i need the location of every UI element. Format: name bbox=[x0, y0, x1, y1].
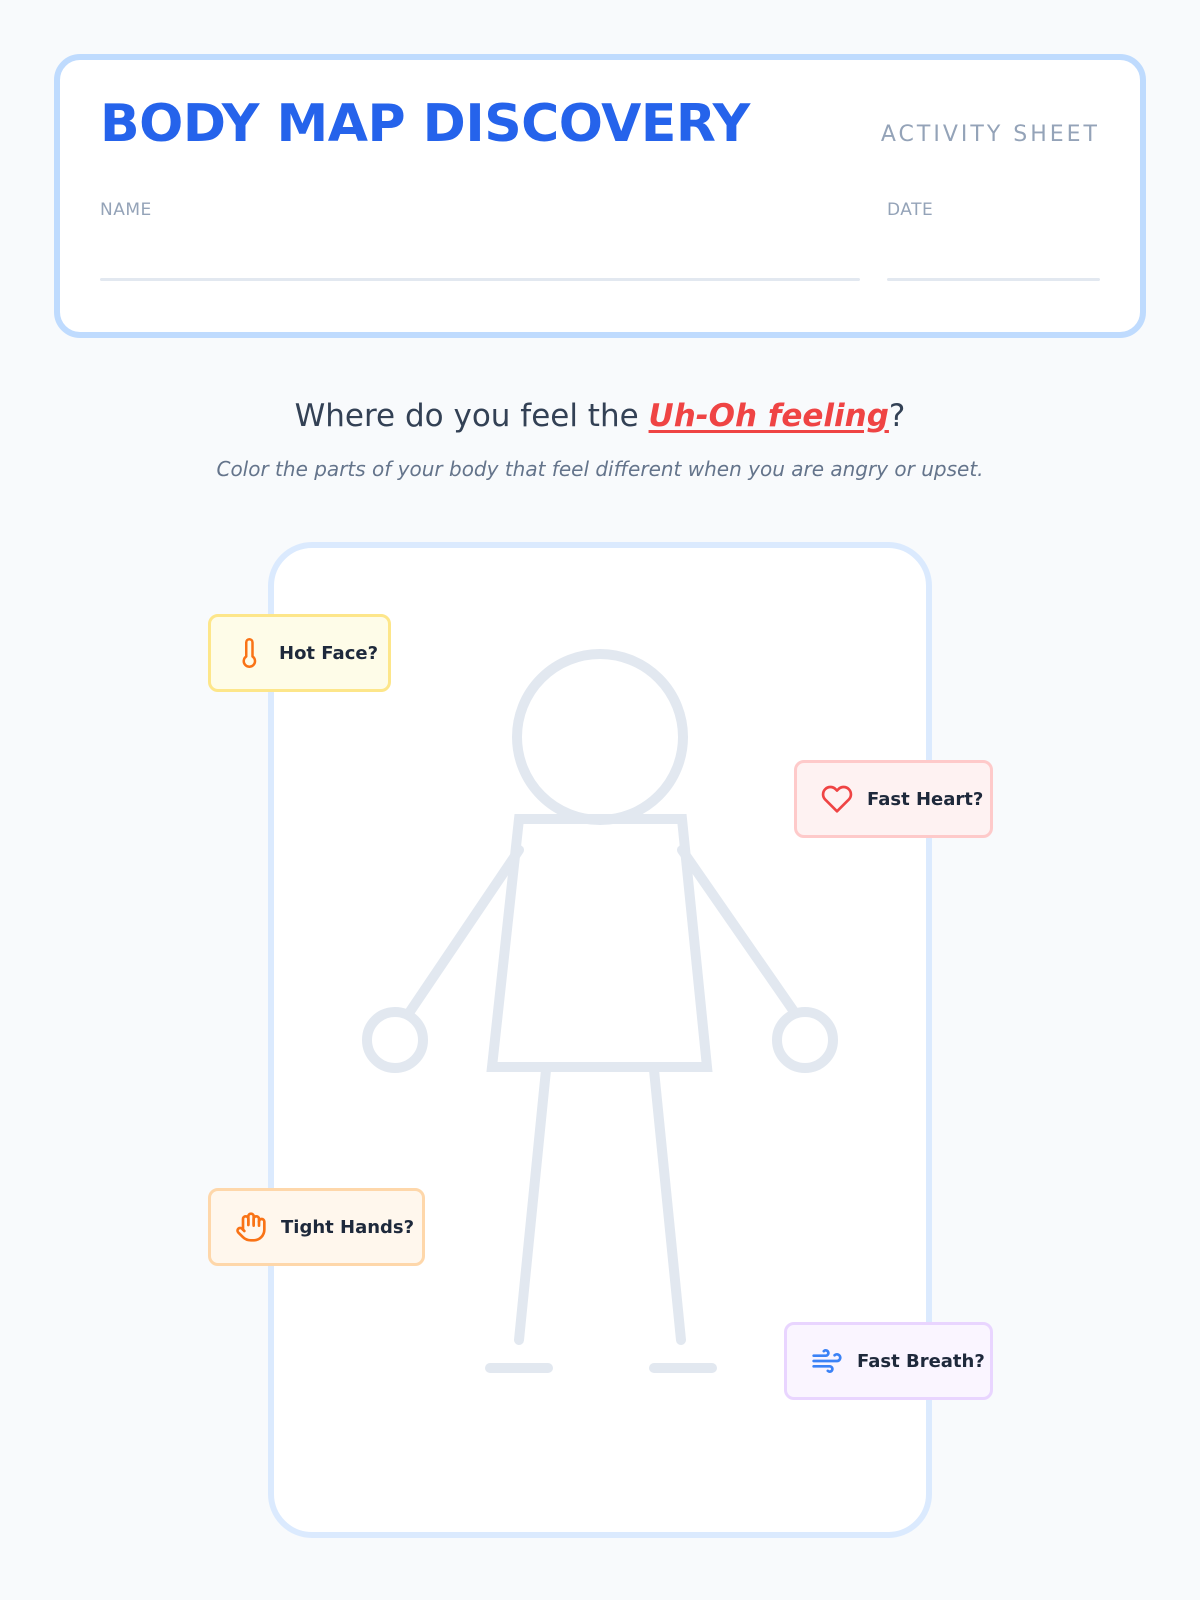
figure-torso[interactable] bbox=[486, 814, 713, 1072]
figure-right-leg[interactable] bbox=[649, 1065, 686, 1345]
hot-face-label: Hot Face? bbox=[208, 614, 391, 692]
figure-left-leg[interactable] bbox=[514, 1065, 551, 1345]
figure-head[interactable] bbox=[512, 649, 688, 825]
thermometer-icon bbox=[235, 636, 265, 670]
tight-hands-label: Tight Hands? bbox=[208, 1188, 425, 1266]
body-outline-figure[interactable] bbox=[0, 0, 1200, 1600]
hand-icon bbox=[235, 1210, 267, 1244]
hot-face-text: Hot Face? bbox=[279, 642, 379, 664]
tight-hands-text: Tight Hands? bbox=[281, 1216, 415, 1238]
wind-icon bbox=[811, 1344, 843, 1378]
fast-heart-label: Fast Heart? bbox=[794, 760, 993, 838]
figure-right-hand[interactable] bbox=[772, 1007, 838, 1073]
fast-heart-text: Fast Heart? bbox=[867, 788, 984, 810]
fast-breath-label: Fast Breath? bbox=[784, 1322, 993, 1400]
fast-breath-text: Fast Breath? bbox=[857, 1350, 985, 1372]
figure-left-hand[interactable] bbox=[362, 1007, 428, 1073]
heart-icon bbox=[821, 782, 853, 816]
